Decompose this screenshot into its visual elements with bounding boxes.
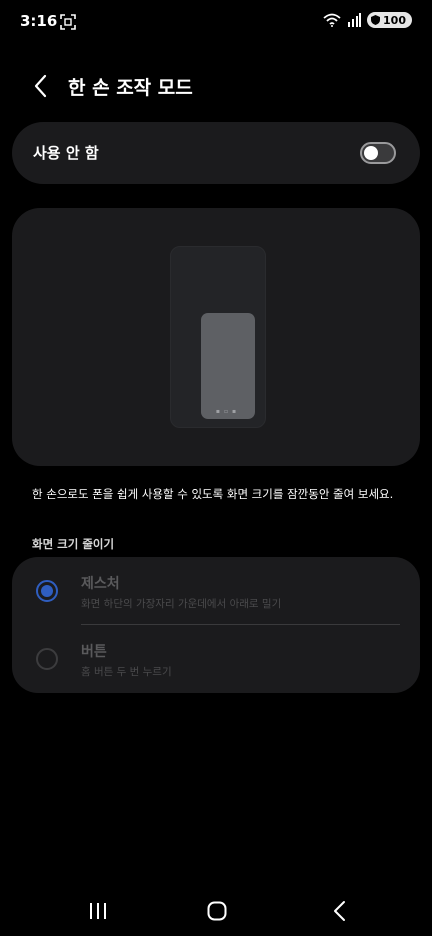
option-title: 버튼: [81, 644, 107, 660]
master-toggle-label: 사용 안 함: [33, 144, 99, 162]
illustration-card: ▪▫▪: [12, 208, 420, 466]
status-icons: 100: [323, 12, 412, 28]
option-gesture[interactable]: 제스처 화면 하단의 가장자리 가운데에서 아래로 밀기: [12, 557, 420, 625]
option-subtitle: 홈 버튼 두 번 누르기: [81, 666, 172, 678]
status-time: 3:16: [20, 12, 58, 30]
radio-dot: [41, 585, 53, 597]
master-toggle-row[interactable]: 사용 안 함: [12, 122, 420, 184]
option-subtitle: 화면 하단의 가장자리 가운데에서 아래로 밀기: [81, 598, 282, 610]
home-icon[interactable]: [207, 901, 227, 921]
chevron-left-icon[interactable]: [28, 72, 56, 100]
battery-indicator: 100: [367, 12, 412, 28]
back-icon[interactable]: [330, 900, 350, 922]
signal-icon: [348, 13, 362, 27]
option-title: 제스처: [81, 576, 120, 592]
radio-gesture[interactable]: [36, 580, 58, 602]
status-bar: 3:16 100: [0, 0, 432, 44]
option-button[interactable]: 버튼 홈 버튼 두 번 누르기: [12, 625, 420, 693]
shrunk-screen-illustration: ▪▫▪: [201, 313, 255, 419]
battery-icon: [371, 15, 381, 25]
radio-button[interactable]: [36, 648, 58, 670]
master-toggle-switch[interactable]: [360, 142, 396, 164]
battery-level: 100: [383, 13, 406, 27]
description-text: 한 손으로도 폰을 쉽게 사용할 수 있도록 화면 크기를 잠깐동안 줄여 보세…: [32, 487, 394, 501]
header: 한 손 조작 모드: [0, 60, 432, 112]
options-card: 제스처 화면 하단의 가장자리 가운데에서 아래로 밀기 버튼 홈 버튼 두 번…: [12, 557, 420, 693]
page-title: 한 손 조작 모드: [68, 77, 193, 99]
navigation-bar: [0, 884, 432, 936]
nav-dots-illustration: ▪▫▪: [215, 408, 241, 415]
phone-illustration: ▪▫▪: [170, 246, 266, 428]
section-label: 화면 크기 줄이기: [32, 537, 115, 551]
toggle-knob: [364, 146, 378, 160]
recents-icon[interactable]: [88, 902, 108, 920]
wifi-icon: [323, 13, 341, 27]
screenshot-icon: [60, 14, 76, 30]
